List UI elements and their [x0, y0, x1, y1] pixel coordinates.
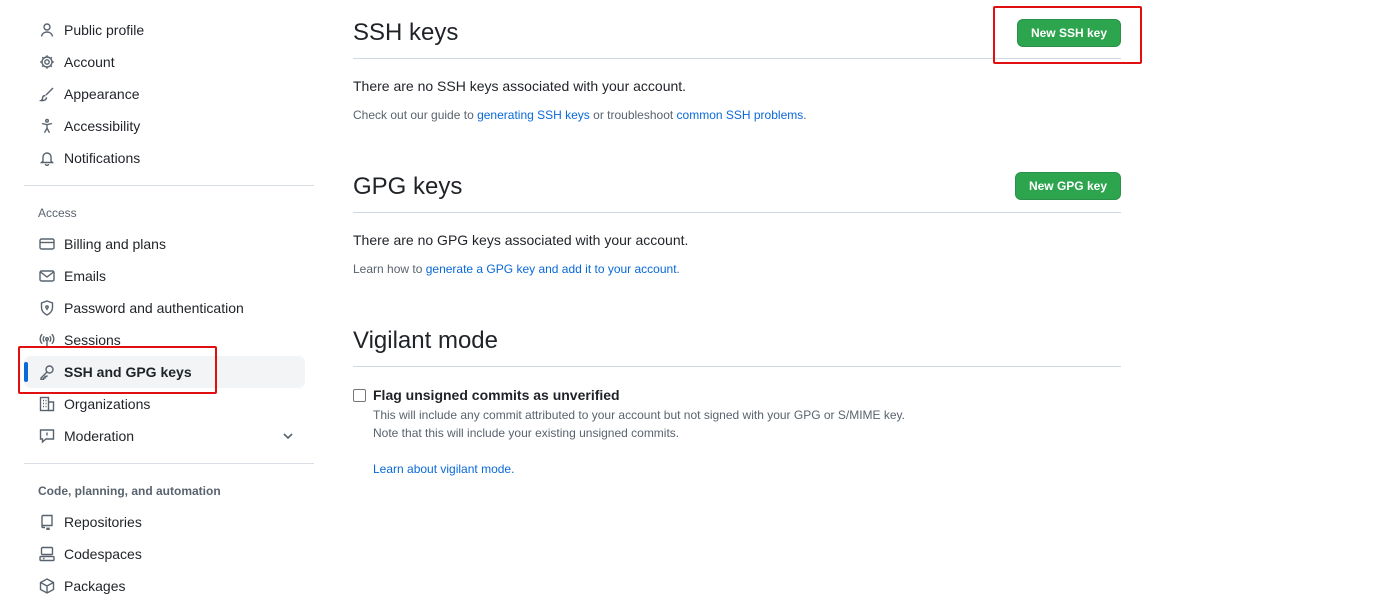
paintbrush-icon	[38, 85, 56, 103]
vigilant-checkbox[interactable]	[353, 389, 366, 402]
sidebar-group-code: Code, planning, and automation	[38, 484, 221, 498]
codespaces-icon	[38, 545, 56, 563]
generating-ssh-keys-link[interactable]: generating SSH keys	[477, 108, 590, 122]
vigilant-mode-section: Vigilant mode Flag unsigned commits as u…	[353, 308, 1121, 478]
sidebar-item-public-profile[interactable]: Public profile	[24, 14, 314, 46]
learn-vigilant-mode-link[interactable]: Learn about vigilant mode.	[373, 462, 514, 476]
sidebar-item-accessibility[interactable]: Accessibility	[24, 110, 314, 142]
organization-icon	[38, 395, 56, 413]
person-icon	[38, 21, 56, 39]
sidebar-item-label: Billing and plans	[64, 236, 166, 252]
sidebar-divider	[24, 463, 314, 464]
sidebar-item-partial	[24, 602, 314, 612]
gpg-learn-text: Learn how to generate a GPG key and add …	[353, 262, 1121, 276]
sidebar-item-label: Organizations	[64, 396, 151, 412]
shield-lock-icon	[38, 299, 56, 317]
vigilant-mode-title: Vigilant mode	[353, 327, 498, 354]
sidebar-item-packages[interactable]: Packages	[24, 570, 314, 602]
bell-icon	[38, 149, 56, 167]
ssh-guide-suffix: .	[803, 108, 807, 122]
sidebar-item-appearance[interactable]: Appearance	[24, 78, 314, 110]
vigilant-note-1: This will include any commit attributed …	[373, 408, 906, 422]
sidebar-item-emails[interactable]: Emails	[24, 260, 314, 292]
sidebar-item-label: Emails	[64, 268, 107, 284]
gpg-section-header: GPG keys New GPG key	[353, 154, 1121, 213]
package-icon	[38, 577, 56, 595]
sidebar-item-label: Account	[64, 54, 115, 70]
sidebar-item-label: Moderation	[64, 428, 135, 444]
highlight-new-ssh-key	[993, 6, 1142, 64]
ssh-guide-prefix: Check out our guide to	[353, 108, 478, 122]
gpg-keys-section: GPG keys New GPG key There are no GPG ke…	[353, 154, 1121, 276]
sidebar-item-codespaces[interactable]: Codespaces	[24, 538, 314, 570]
sidebar-item-notifications[interactable]: Notifications	[24, 142, 314, 174]
sidebar-item-password[interactable]: Password and authentication	[24, 292, 314, 324]
repo-icon	[38, 513, 56, 531]
mail-icon	[38, 267, 56, 285]
gpg-learn-suffix: .	[676, 262, 680, 276]
sidebar-item-moderation[interactable]: Moderation	[24, 420, 314, 452]
sidebar-item-label: Notifications	[64, 150, 141, 166]
sidebar-item-label: Packages	[64, 578, 126, 594]
vigilant-note-2: Note that this will include your existin…	[373, 426, 680, 440]
sidebar-group-access: Access	[38, 206, 77, 220]
sidebar-item-account[interactable]: Account	[24, 46, 314, 78]
common-ssh-problems-link[interactable]: common SSH problems	[677, 108, 804, 122]
ssh-guide-text: Check out our guide to generating SSH ke…	[353, 108, 1121, 122]
settings-sidebar: Public profile Account Appearance Access…	[24, 14, 314, 612]
gpg-learn-prefix: Learn how to	[353, 262, 426, 276]
sidebar-item-label: Password and authentication	[64, 300, 244, 316]
ssh-empty-message: There are no SSH keys associated with yo…	[353, 78, 687, 94]
new-gpg-key-button[interactable]: New GPG key	[1014, 172, 1121, 200]
highlight-ssh-gpg-keys	[18, 346, 217, 394]
chevron-down-icon[interactable]	[280, 428, 296, 444]
sidebar-item-repositories[interactable]: Repositories	[24, 506, 314, 538]
sidebar-item-billing[interactable]: Billing and plans	[24, 228, 314, 260]
sidebar-item-label: Public profile	[64, 22, 145, 38]
credit-card-icon	[38, 235, 56, 253]
ssh-keys-title: SSH keys	[353, 19, 459, 46]
gpg-empty-message: There are no GPG keys associated with yo…	[353, 232, 689, 248]
vigilant-checkbox-label[interactable]: Flag unsigned commits as unverified	[373, 387, 620, 403]
sidebar-item-label: Appearance	[64, 86, 140, 102]
generate-gpg-key-link[interactable]: generate a GPG key and add it to your ac…	[426, 262, 677, 276]
sidebar-item-label: Codespaces	[64, 546, 142, 562]
accessibility-icon	[38, 117, 56, 135]
gear-icon	[38, 53, 56, 71]
sidebar-item-label: Accessibility	[64, 118, 141, 134]
ssh-guide-mid: or troubleshoot	[589, 108, 677, 122]
report-icon	[38, 427, 56, 445]
main-content: SSH keys New SSH key There are no SSH ke…	[353, 0, 1121, 478]
sidebar-item-label: Repositories	[64, 514, 142, 530]
sidebar-divider	[24, 185, 314, 186]
vigilant-section-header: Vigilant mode	[353, 308, 1121, 367]
gpg-keys-title: GPG keys	[353, 173, 463, 200]
vigilant-checkbox-row: Flag unsigned commits as unverified	[353, 387, 1121, 403]
